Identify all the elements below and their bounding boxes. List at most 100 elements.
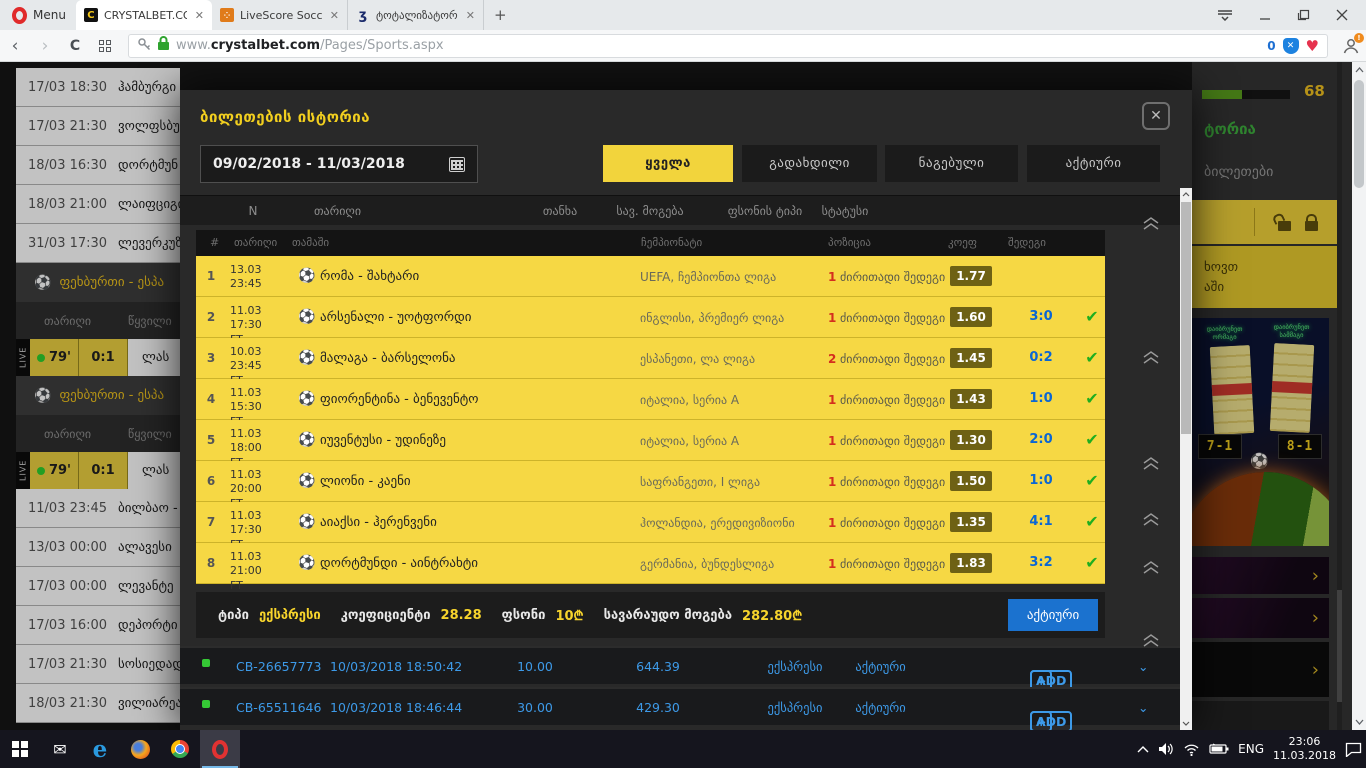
bet-row[interactable]: 5 11.0318:00 FT ⚽ იუვენტუსი - უდინეზე იტ…: [196, 420, 1105, 469]
adblock-shield-icon[interactable]: ✕: [1282, 37, 1299, 54]
expand-chevron-icon[interactable]: ⌄: [1138, 659, 1148, 674]
filter-all-button[interactable]: ყველა: [603, 145, 733, 182]
won-check-icon: ✔: [1085, 307, 1099, 326]
mail-app-icon[interactable]: ✉: [40, 730, 80, 768]
collapse-icon[interactable]: [1142, 350, 1160, 364]
windows-logo-icon: [12, 741, 28, 757]
bet-position-number: 1: [828, 270, 837, 284]
start-button[interactable]: [0, 730, 40, 768]
minimize-button[interactable]: [1259, 6, 1271, 25]
ticket-id[interactable]: CB-26657773: [236, 659, 321, 674]
soccer-ball-icon: ⚽: [298, 514, 316, 530]
ticket-row[interactable]: CB-65511646 10/03/2018 18:46:44 30.00 42…: [180, 687, 1180, 730]
ticket-stake: 10.00: [517, 659, 553, 674]
bet-row[interactable]: 8 11.03 21:00 FT ⚽ დორტმუნდი - აინტრახტი …: [196, 543, 1105, 592]
chrome-app-icon[interactable]: [160, 730, 200, 768]
date-range-input[interactable]: 09/02/2018 - 11/03/2018: [200, 145, 478, 183]
bet-row[interactable]: 6 11.0320:00 FT ⚽ ლიონი - კაენი საფრანგე…: [196, 461, 1105, 510]
tab-totalizator[interactable]: ʒ ტოტალიზატორი -> თა ✕: [348, 0, 484, 30]
active-status-button[interactable]: აქტიური: [1008, 599, 1098, 631]
new-tab-button[interactable]: +: [484, 6, 517, 24]
tab-close-icon[interactable]: ✕: [193, 9, 206, 22]
reload-icon[interactable]: C: [60, 38, 90, 54]
collapse-icon[interactable]: [1142, 512, 1160, 526]
tab-crystalbet[interactable]: C CRYSTALBET.COM - ონლა ✕: [75, 0, 212, 30]
tab-livescore[interactable]: ⁘ LiveScore Soccer : Live Soc ✕: [212, 0, 348, 30]
bet-game: ლიონი - კაენი: [320, 474, 411, 489]
forward-icon[interactable]: ›: [30, 36, 60, 56]
ticket-type: ექსპრესი: [767, 659, 823, 674]
browser-tab-bar: Menu C CRYSTALBET.COM - ონლა ✕ ⁘ LiveSco…: [0, 0, 1366, 30]
ticket-win: 644.39: [636, 659, 680, 674]
modal-close-button[interactable]: ✕: [1142, 102, 1170, 130]
detail-header: # თარიღი თამაში ჩემპიონატი პოზიცია კოეფ …: [196, 230, 1105, 256]
ticket-row[interactable]: CB-26657773 10/03/2018 18:50:42 10.00 64…: [180, 646, 1180, 691]
browser-scrollbar[interactable]: [1352, 62, 1366, 730]
bet-coefficient-badge: 1.83: [950, 553, 992, 573]
col-date: თარიღი: [313, 204, 362, 218]
bet-row[interactable]: 3 10.0323:45 FT ⚽ მალაგა - ბარსელონა ესპ…: [196, 338, 1105, 387]
scrollbar-thumb[interactable]: [1354, 80, 1364, 188]
secure-lock-icon[interactable]: [157, 36, 170, 55]
notification-center-icon[interactable]: [1345, 742, 1362, 757]
opera-menu-button[interactable]: Menu: [0, 6, 76, 24]
bet-number: 6: [206, 474, 216, 488]
firefox-app-icon[interactable]: [120, 730, 160, 768]
ticket-id[interactable]: CB-65511646: [236, 700, 321, 715]
key-icon[interactable]: [137, 36, 151, 55]
bet-coefficient-badge: 1.77: [950, 266, 992, 286]
bet-position-number: 1: [828, 475, 837, 489]
modal-scrollbar[interactable]: [1180, 188, 1192, 730]
bet-coefficient-badge: 1.30: [950, 430, 992, 450]
filter-won-button[interactable]: ნაგებული: [885, 145, 1018, 182]
tab-close-icon[interactable]: ✕: [328, 9, 341, 22]
scroll-up-icon[interactable]: [1180, 190, 1192, 199]
speed-dial-icon[interactable]: [90, 39, 120, 52]
bet-row[interactable]: 1 13.03 23:45 ⚽ რომა - შახტარი UEFA, ჩემპ…: [196, 256, 1105, 297]
bet-game: აიაქსი - ჰერენვენი: [320, 515, 437, 530]
bet-number: 2: [206, 310, 216, 324]
scrollbar-thumb[interactable]: [1181, 202, 1191, 434]
bet-number: 4: [206, 392, 216, 406]
back-icon[interactable]: ‹: [0, 36, 30, 56]
bet-position: ძირითადი შედეგი: [840, 352, 946, 366]
collapse-icon[interactable]: [1142, 633, 1160, 647]
language-indicator[interactable]: ENG: [1238, 742, 1264, 756]
tab-title: ტოტალიზატორი -> თა: [375, 8, 458, 22]
calendar-icon[interactable]: [449, 156, 465, 172]
bet-row[interactable]: 4 11.0315:30 FT ⚽ ფიორენტინა - ბენევენტო…: [196, 379, 1105, 428]
url-field[interactable]: www.crystalbet.com/Pages/Sports.aspx 0 ✕…: [128, 33, 1328, 58]
opera-app-icon[interactable]: [200, 730, 240, 768]
expand-chevron-icon[interactable]: ⌄: [1138, 700, 1148, 715]
tab-menu-icon[interactable]: [1217, 6, 1233, 25]
collapse-icon[interactable]: [1142, 456, 1160, 470]
ticket-status-dot: [202, 700, 210, 708]
filter-active-button[interactable]: აქტიური: [1027, 145, 1160, 182]
scroll-up-icon[interactable]: [1352, 62, 1366, 78]
maximize-button[interactable]: [1297, 6, 1310, 25]
scroll-down-icon[interactable]: [1352, 714, 1366, 730]
bet-row[interactable]: 2 11.0317:30 FT ⚽ არსენალი - უოტფორდი ინ…: [196, 297, 1105, 346]
won-check-icon: ✔: [1085, 512, 1099, 531]
bet-row[interactable]: 7 11.0317:30 FT ⚽ აიაქსი - ჰერენვენი ჰოლ…: [196, 502, 1105, 551]
edge-app-icon[interactable]: e: [80, 730, 120, 768]
collapse-icon[interactable]: [1142, 560, 1160, 574]
tab-close-icon[interactable]: ✕: [464, 9, 477, 22]
tray-expand-icon[interactable]: [1137, 745, 1149, 753]
volume-icon[interactable]: [1158, 742, 1174, 756]
bookmark-heart-icon[interactable]: ♥: [1306, 37, 1319, 55]
collapse-icon[interactable]: [1142, 216, 1160, 230]
battery-icon[interactable]: [1209, 743, 1229, 755]
soccer-ball-icon: ⚽: [298, 350, 316, 366]
bet-time: 23:45: [230, 277, 262, 291]
close-window-button[interactable]: [1336, 6, 1348, 25]
bet-coefficient-badge: 1.43: [950, 389, 992, 409]
wifi-icon[interactable]: [1183, 743, 1200, 756]
url-text: www.crystalbet.com/Pages/Sports.aspx: [176, 38, 444, 53]
clock-time: 23:06: [1288, 734, 1321, 748]
profile-icon[interactable]: !: [1336, 32, 1366, 55]
filter-paid-button[interactable]: გადახდილი: [742, 145, 877, 182]
bet-time: 21:00 FT: [230, 564, 262, 592]
clock[interactable]: 23:06 11.03.2018: [1273, 735, 1336, 764]
scroll-down-icon[interactable]: [1180, 719, 1192, 728]
